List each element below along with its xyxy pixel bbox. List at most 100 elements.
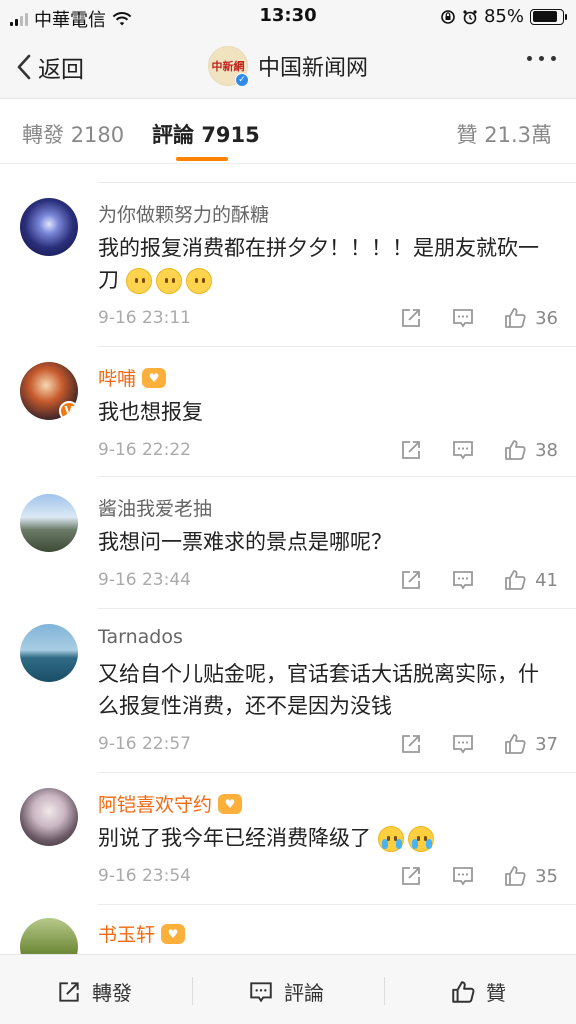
comment-username[interactable]: Tarnados bbox=[98, 626, 183, 648]
comment-text: 又给自个儿贴金呢，官话套话大话脱离实际，什么报复性消费，还不是因为没钱 bbox=[98, 658, 548, 722]
share-icon bbox=[402, 309, 420, 327]
like-button[interactable]: 37 bbox=[503, 732, 558, 756]
avatar[interactable]: V bbox=[20, 362, 78, 420]
share-button[interactable] bbox=[399, 864, 423, 888]
share-button[interactable] bbox=[399, 438, 423, 462]
verified-icon: ✓ bbox=[234, 73, 249, 87]
share-icon bbox=[402, 735, 420, 753]
avatar[interactable] bbox=[20, 494, 78, 552]
share-icon bbox=[402, 571, 420, 589]
share-button[interactable] bbox=[399, 732, 423, 756]
comment-time: 9-16 22:57 bbox=[98, 734, 191, 754]
comment-meta: 9-16 22:57 37 bbox=[98, 732, 558, 760]
share-button[interactable] bbox=[399, 306, 423, 330]
username-text: 酱油我爱老抽 bbox=[98, 498, 213, 520]
divider bbox=[98, 904, 576, 905]
share-icon bbox=[402, 867, 420, 885]
thumbs-up-icon bbox=[505, 570, 526, 590]
divider bbox=[384, 977, 385, 1005]
comment-item: 为你做颗努力的酥糖 我的报复消费都在拼夕夕！！！！是朋友就砍一刀 9-16 23… bbox=[0, 194, 576, 344]
smile-emoji-icon bbox=[185, 268, 212, 294]
cry-emoji-icon bbox=[407, 826, 434, 852]
repost-button[interactable]: 轉發 bbox=[56, 977, 132, 1006]
verified-badge-icon: V bbox=[59, 401, 78, 420]
comment-time: 9-16 22:22 bbox=[98, 440, 191, 460]
comment-meta: 9-16 23:54 35 bbox=[98, 864, 558, 892]
like-button[interactable]: 35 bbox=[503, 864, 558, 888]
comment-icon bbox=[250, 981, 272, 1002]
page-title: 中国新闻网 bbox=[257, 56, 368, 81]
battery-percent: 85% bbox=[483, 6, 524, 27]
divider bbox=[98, 608, 576, 609]
avatar[interactable] bbox=[20, 198, 78, 256]
comment-meta: 9-16 23:11 36 bbox=[98, 306, 558, 334]
tab-reposts-label: 轉發 bbox=[22, 123, 64, 147]
tab-comments-label: 評論 bbox=[152, 123, 194, 147]
vip-badge-icon: ♥ bbox=[218, 793, 243, 814]
comment-username[interactable]: 书玉轩 ♥ bbox=[98, 920, 186, 947]
comment-icon bbox=[453, 441, 473, 460]
comment-username[interactable]: 哔哺 ♥ bbox=[98, 364, 167, 391]
reply-button[interactable] bbox=[451, 568, 475, 592]
comment-text: 我的报复消费都在拼夕夕！！！！是朋友就砍一刀 bbox=[98, 232, 548, 296]
repost-label: 轉發 bbox=[92, 981, 132, 1005]
comment-list[interactable]: 为你做颗努力的酥糖 我的报复消费都在拼夕夕！！！！是朋友就砍一刀 9-16 23… bbox=[0, 164, 576, 954]
tab-comments-count: 7915 bbox=[201, 123, 260, 147]
divider bbox=[192, 977, 193, 1005]
tab-likes-count: 21.3萬 bbox=[484, 123, 552, 147]
comment-icon bbox=[453, 309, 473, 328]
like-button[interactable]: 36 bbox=[503, 306, 558, 330]
battery-icon bbox=[530, 8, 567, 25]
comment-body: 别说了我今年已经消费降级了 bbox=[98, 826, 371, 850]
comment-text: 别说了我今年已经消费降级了 bbox=[98, 822, 548, 854]
smile-emoji-icon bbox=[155, 268, 182, 294]
vip-badge-icon: ♥ bbox=[142, 367, 167, 388]
comment-body: 又给自个儿贴金呢，官话套话大话脱离实际，什么报复性消费，还不是因为没钱 bbox=[98, 662, 539, 718]
tab-reposts[interactable]: 轉發 2180 bbox=[22, 119, 124, 149]
share-icon bbox=[59, 981, 79, 1002]
tab-likes[interactable]: 贊 21.3萬 bbox=[457, 119, 552, 149]
thumbs-up-icon bbox=[505, 440, 526, 460]
comment-text: 我也想报复 bbox=[98, 396, 548, 428]
tab-bar: 轉發 2180 評論 7915 贊 21.3萬 bbox=[0, 98, 576, 164]
reply-button[interactable] bbox=[451, 864, 475, 888]
profile-header[interactable]: 中新網 ✓ 中国新闻网 bbox=[0, 46, 576, 87]
vip-badge-icon: ♥ bbox=[161, 923, 186, 944]
comment-button[interactable]: 評論 bbox=[248, 977, 324, 1006]
thumbs-up-icon bbox=[505, 308, 526, 328]
username-text: Tarnados bbox=[98, 626, 183, 648]
comment-username[interactable]: 为你做颗努力的酥糖 bbox=[98, 200, 269, 227]
thumbs-up-icon bbox=[505, 734, 526, 754]
profile-avatar: 中新網 ✓ bbox=[207, 46, 249, 87]
like-count: 38 bbox=[535, 439, 558, 461]
avatar[interactable] bbox=[20, 624, 78, 682]
reply-button[interactable] bbox=[451, 438, 475, 462]
comment-icon bbox=[453, 571, 473, 590]
more-options-button[interactable] bbox=[527, 56, 556, 61]
alarm-icon bbox=[463, 9, 477, 24]
share-button[interactable] bbox=[399, 568, 423, 592]
comment-item: Tarnados 又给自个儿贴金呢，官话套话大话脱离实际，什么报复性消费，还不是… bbox=[0, 622, 576, 772]
like-button[interactable]: 贊 bbox=[450, 977, 506, 1006]
logo-text: 中新網 bbox=[211, 60, 245, 73]
like-count: 41 bbox=[535, 569, 558, 591]
cry-emoji-icon bbox=[377, 826, 404, 852]
comment-body: 我想问一票难求的景点是哪呢？ bbox=[98, 530, 392, 554]
like-button[interactable]: 38 bbox=[503, 438, 558, 462]
comment-username[interactable]: 阿铠喜欢守约 ♥ bbox=[98, 790, 243, 817]
thumbs-up-icon bbox=[505, 866, 526, 886]
rotation-lock-icon bbox=[441, 9, 455, 24]
like-button[interactable]: 41 bbox=[503, 568, 558, 592]
username-text: 为你做颗努力的酥糖 bbox=[98, 204, 270, 226]
reply-button[interactable] bbox=[451, 732, 475, 756]
username-text: 书玉轩 bbox=[98, 924, 156, 946]
divider bbox=[98, 476, 576, 477]
avatar[interactable] bbox=[20, 918, 78, 954]
tab-reposts-count: 2180 bbox=[70, 123, 125, 147]
like-count: 35 bbox=[535, 865, 558, 887]
tab-likes-label: 贊 bbox=[456, 123, 478, 147]
divider bbox=[98, 772, 576, 773]
reply-button[interactable] bbox=[451, 306, 475, 330]
avatar[interactable] bbox=[20, 788, 78, 846]
comment-username[interactable]: 酱油我爱老抽 bbox=[98, 494, 212, 521]
